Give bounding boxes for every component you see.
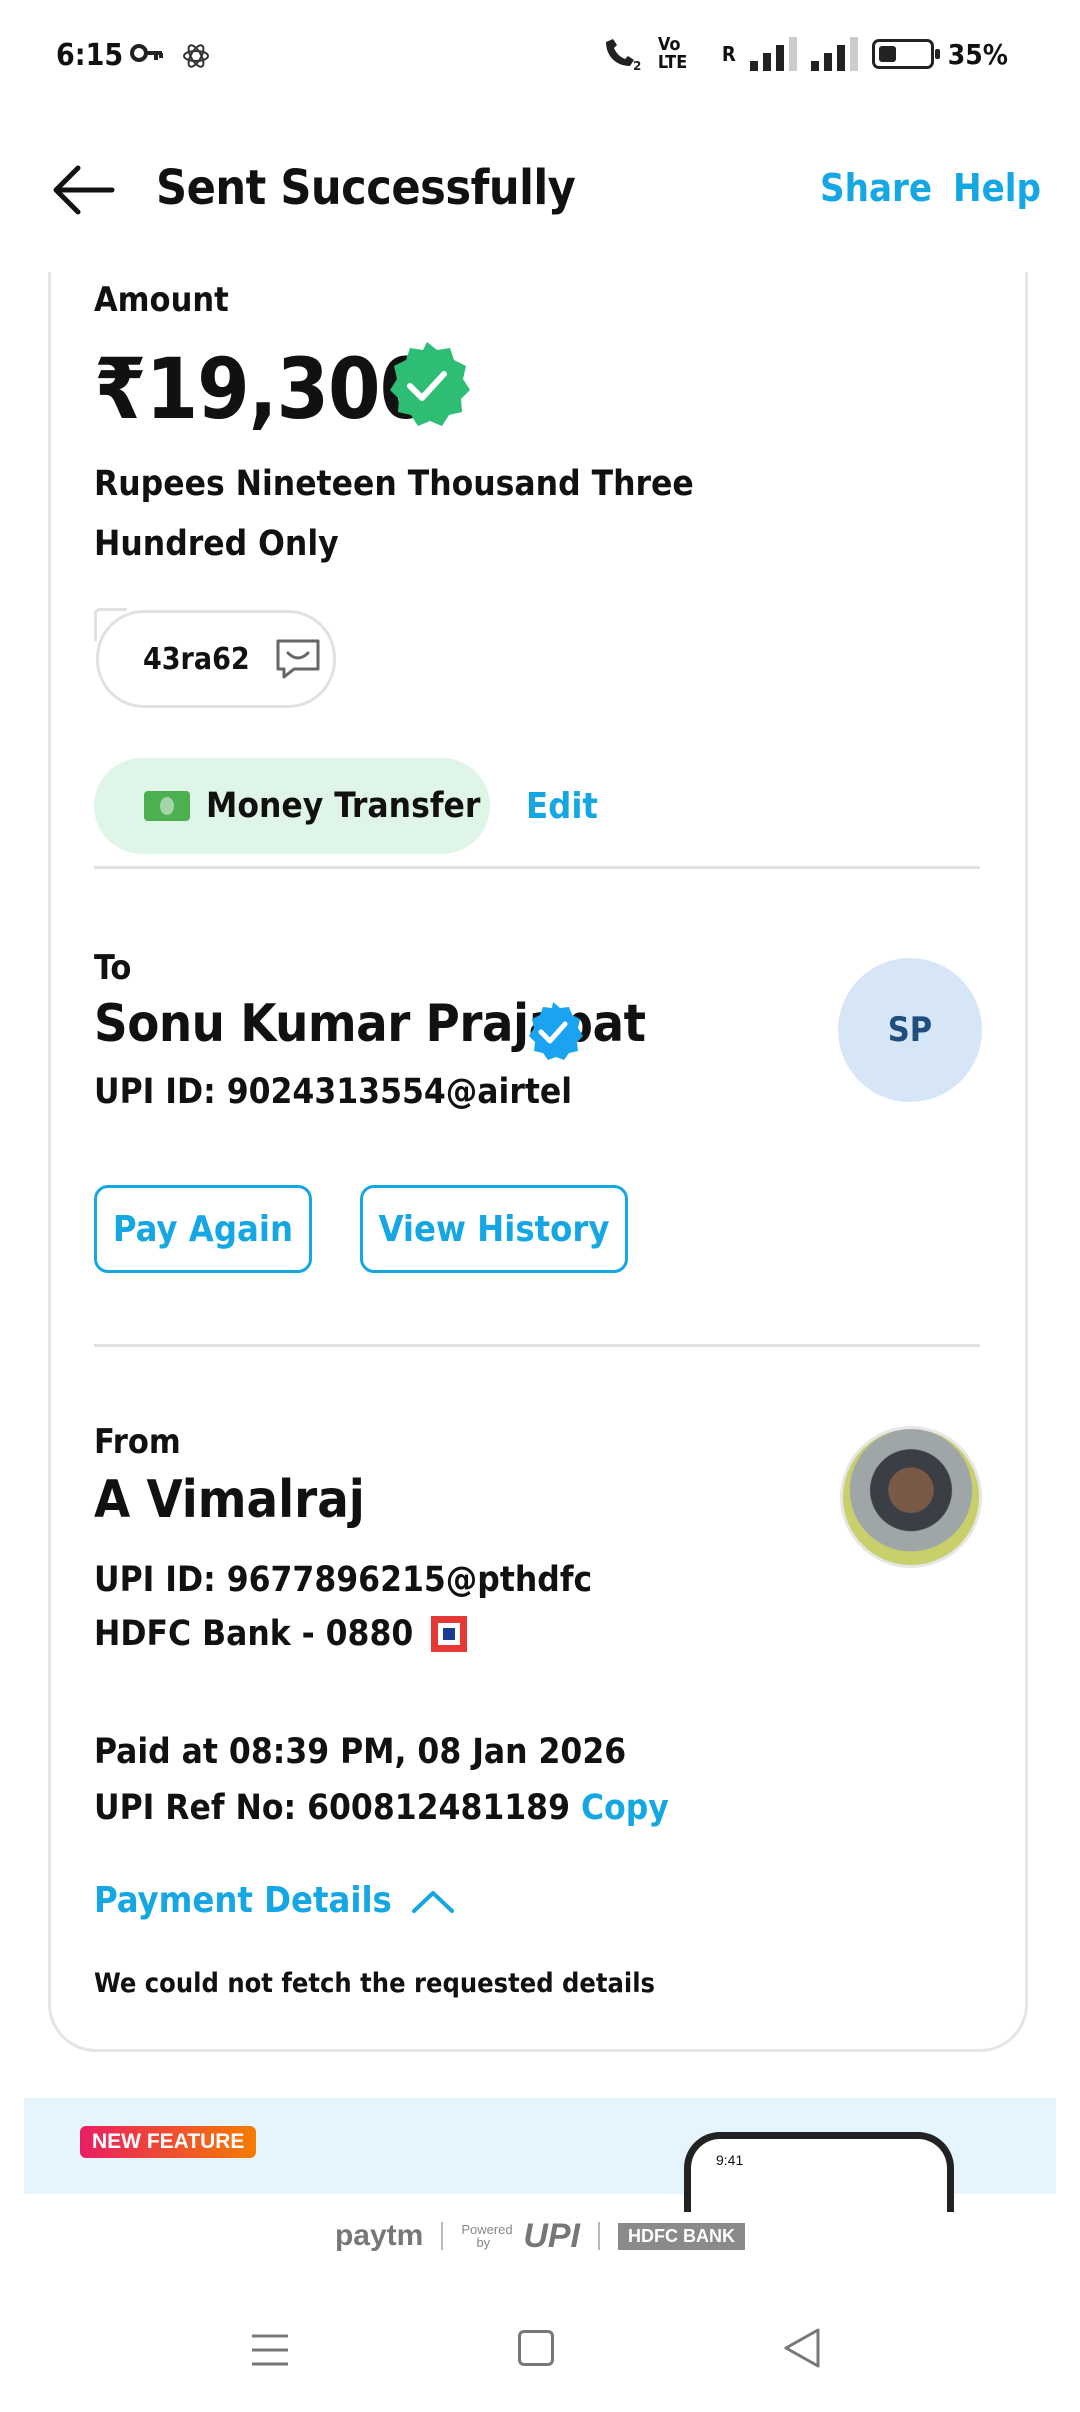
divider <box>94 1344 980 1347</box>
volte-label: Vo LTE <box>657 34 688 73</box>
view-history-button[interactable]: View History <box>360 1185 628 1273</box>
edit-category-button[interactable]: Edit <box>526 786 598 827</box>
from-label: From <box>94 1422 181 1462</box>
upi-logo: UPI <box>523 2216 581 2255</box>
separator <box>598 2222 601 2250</box>
recipient-avatar: SP <box>838 958 982 1102</box>
payment-details-message: We could not fetch the requested details <box>94 1968 656 1999</box>
hdfc-bank-logo: HDFC BANK <box>618 2222 746 2250</box>
verified-icon <box>529 1002 583 1060</box>
sender-bank: HDFC Bank - 0880 <box>94 1614 468 1654</box>
recent-apps-icon[interactable] <box>250 2330 290 2370</box>
payment-note[interactable]: 43ra62 <box>96 610 336 708</box>
sender-bank-label: HDFC Bank - 0880 <box>94 1614 414 1654</box>
powered-by-row: paytm Powered by UPI HDFC BANK <box>0 2214 1080 2258</box>
svg-text:2: 2 <box>633 59 641 72</box>
signal-bars-1-icon <box>749 37 797 71</box>
payment-details-label: Payment Details <box>94 1880 392 1921</box>
amount-value: ₹19,300 <box>94 340 432 438</box>
share-button[interactable]: Share <box>820 166 932 210</box>
success-check-icon <box>390 342 470 426</box>
powered-by-label: Powered by <box>461 2222 513 2250</box>
separator <box>441 2222 444 2250</box>
upi-ref-no-label: UPI Ref No: 600812481189 <box>94 1788 571 1828</box>
sender-upi-id: UPI ID: 9677896215@pthdfc <box>94 1560 593 1600</box>
status-left-icons <box>130 42 210 70</box>
phone-mockup-image <box>684 2132 954 2212</box>
payment-details-toggle[interactable]: Payment Details <box>94 1880 456 1921</box>
paytm-logo: paytm <box>334 2219 424 2252</box>
sender-avatar <box>840 1426 982 1568</box>
signal-bars-2-icon <box>810 37 858 71</box>
copy-ref-button[interactable]: Copy <box>581 1788 669 1828</box>
divider <box>94 866 980 869</box>
category-label: Money Transfer <box>206 786 481 826</box>
chevron-up-icon <box>411 1890 454 1913</box>
help-button[interactable]: Help <box>953 166 1041 210</box>
note-text: 43ra62 <box>143 641 250 677</box>
upi-ref-no: UPI Ref No: 600812481189 Copy <box>94 1788 669 1828</box>
nav-back-icon[interactable] <box>782 2326 822 2370</box>
wifi-calling-icon: 2 <box>605 39 641 72</box>
battery-percent: 35% <box>947 37 1008 71</box>
amount-in-words: Rupees Nineteen Thousand Three Hundred O… <box>94 464 694 564</box>
paid-at: Paid at 08:39 PM, 08 Jan 2026 <box>94 1732 627 1772</box>
page-title: Sent Successfully <box>156 160 576 216</box>
back-arrow-icon[interactable] <box>48 160 118 220</box>
settings-atom-icon <box>183 44 209 68</box>
status-time: 6:15 <box>56 38 124 73</box>
sender-name: A Vimalraj <box>94 1470 365 1530</box>
vpn-key-icon <box>130 44 163 62</box>
to-label: To <box>94 948 132 988</box>
home-icon[interactable] <box>518 2330 554 2366</box>
chat-message-icon <box>276 639 320 679</box>
pay-again-button[interactable]: Pay Again <box>94 1185 312 1273</box>
roaming-label: R <box>721 42 736 66</box>
phone-mockup-time: 9:41 <box>716 2152 744 2168</box>
money-cash-icon <box>144 791 190 821</box>
recipient-upi-id: UPI ID: 9024313554@airtel <box>94 1072 573 1112</box>
status-icons: 2 Vo LTE R 35% <box>600 36 1008 72</box>
new-feature-badge: NEW FEATURE <box>80 2126 257 2158</box>
amount-label: Amount <box>94 280 229 320</box>
category-tag[interactable]: Money Transfer <box>94 758 490 854</box>
battery-icon <box>871 39 940 69</box>
hdfc-bank-icon <box>431 1616 468 1652</box>
